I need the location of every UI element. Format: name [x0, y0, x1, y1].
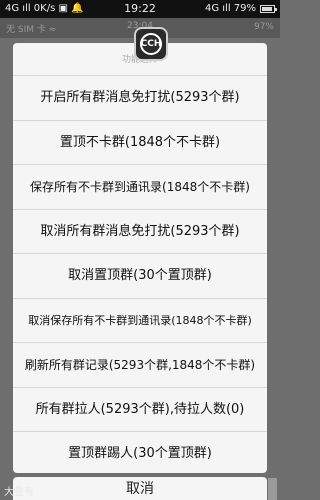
action-item-unmute-all[interactable]: 取消所有群消息免打扰(5293个群) [13, 208, 267, 254]
action-sheet: 功能选择 开启所有群消息免打扰(5293个群) 置顶不卡群(1848个不卡群) … [13, 43, 267, 473]
action-item-unpin-groups[interactable]: 取消置顶群(30个置顶群) [13, 253, 267, 298]
action-item-unsave-from-contacts[interactable]: 取消保存所有不卡群到通讯录(1848个不卡群) [13, 297, 267, 343]
background-label: 大量有 [4, 487, 34, 498]
battery-icon [260, 5, 277, 13]
action-item-mute-all[interactable]: 开启所有群消息免打扰(5293个群) [13, 75, 267, 120]
status-bar: 4G ıll 0K/s ▣ 🔔 19:22 4G ıll 79% [0, 0, 280, 18]
action-item-invite-to-all[interactable]: 所有群拉人(5293个群),待拉人数(0) [13, 386, 267, 432]
logo-text: CCH [140, 39, 162, 49]
cancel-button[interactable]: 取消 [13, 477, 267, 500]
background-battery: 97% [253, 22, 274, 32]
action-item-pin-groups[interactable]: 置顶不卡群(1848个不卡群) [13, 119, 267, 165]
background-edge [268, 478, 277, 500]
action-item-kick-from-pinned[interactable]: 置顶群踢人(30个置顶群) [13, 431, 267, 473]
action-item-refresh-records[interactable]: 刷新所有群记录(5293个群,1848个不卡群) [13, 342, 267, 387]
status-bar-right: 4G ıll 79% [204, 3, 256, 14]
app-logo: CCH [134, 27, 168, 61]
action-item-save-to-contacts[interactable]: 保存所有不卡群到通讯录(1848个不卡群) [13, 164, 267, 209]
